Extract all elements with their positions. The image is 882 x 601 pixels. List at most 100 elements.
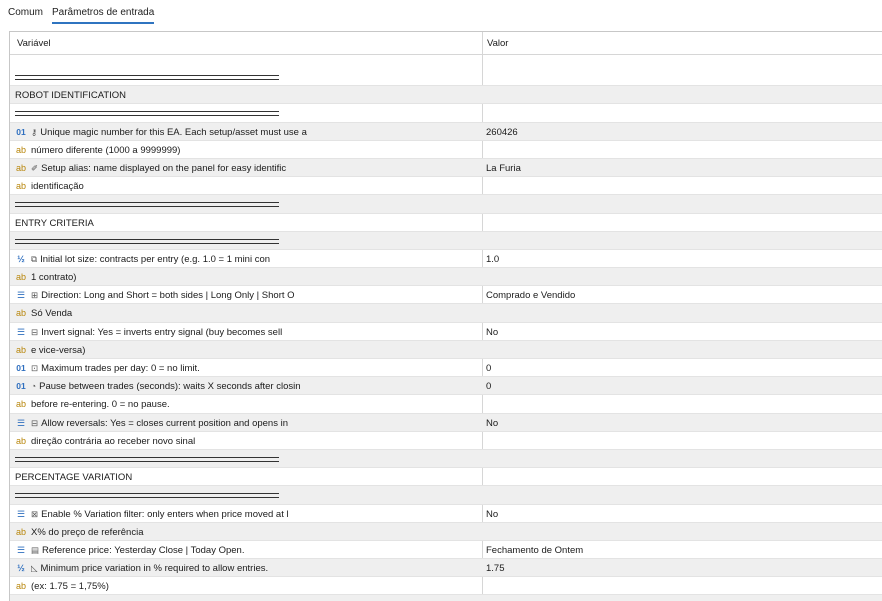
parameter-name: 01 ◔ Pause between trades (seconds): waits… xyxy=(15,381,300,392)
separator-row[interactable] xyxy=(10,68,882,87)
parameter-value[interactable]: 1.0 xyxy=(486,254,499,265)
parameter-row[interactable]: 01 ⊡ Maximum trades per day: 0 = no limit.… xyxy=(10,359,882,378)
parameter-row[interactable]: ☰ ▤ Reference price: Yesterday Close | Tod… xyxy=(10,541,882,560)
parameter-value[interactable]: 0 xyxy=(486,363,491,374)
separator-line xyxy=(15,75,279,80)
parameter-name: ab direção contrária ao receber novo sina… xyxy=(15,436,195,447)
parameter-value[interactable]: No xyxy=(486,418,498,429)
parameter-value[interactable]: 260426 xyxy=(486,127,518,138)
parameter-row[interactable]: 01 ⚷ Unique magic number for this EA. Each… xyxy=(10,122,882,141)
parameter-label: Direction: Long and Short = both sides |… xyxy=(41,290,295,302)
parameter-label: before re-entering. 0 = no pause. xyxy=(31,399,170,411)
parameter-label: e vice-versa) xyxy=(31,344,86,356)
parameter-value[interactable]: No xyxy=(486,509,498,520)
parameter-row[interactable]: ☰ ⊞ Direction: Long and Short = both sides… xyxy=(10,286,882,305)
enum-type-icon: ☰ xyxy=(16,326,26,337)
separator-row[interactable] xyxy=(10,231,882,250)
section-header-row[interactable]: ROBOT IDENTIFICATION xyxy=(10,86,882,105)
parameter-label: Setup alias: name displayed on the panel… xyxy=(41,162,287,174)
parameter-name: ab (ex: 1.75 = 1,75%) xyxy=(15,581,109,592)
parameter-row[interactable]: ab before re-entering. 0 = no pause. xyxy=(10,395,882,414)
integer-type-icon: 01 xyxy=(16,381,26,392)
parameter-value[interactable]: 1.75 xyxy=(486,563,505,574)
integer-type-icon: 01 xyxy=(16,126,26,137)
parameter-name: ½ ◺ Minimum price variation in % required … xyxy=(15,563,268,574)
separator-line xyxy=(15,111,279,117)
section-title: ENTRY CRITERIA xyxy=(15,217,94,229)
parameter-value[interactable]: Fechamento de Ontem xyxy=(486,545,583,556)
parameter-row[interactable]: ab identificação xyxy=(10,177,882,196)
parameter-label: número diferente (1000 a 9999999) xyxy=(31,144,181,156)
parameter-label: Invert signal: Yes = inverts entry signa… xyxy=(41,326,283,338)
parameter-label: Só Venda xyxy=(31,308,73,320)
parameter-row[interactable]: ab (ex: 1.75 = 1,75%) xyxy=(10,577,882,596)
integer-type-icon: 01 xyxy=(16,363,26,373)
section-title: ROBOT IDENTIFICATION xyxy=(15,90,127,102)
column-header-value[interactable]: Valor xyxy=(487,38,508,49)
parameter-label: Reference price: Yesterday Close | Today… xyxy=(42,544,245,556)
parameter-key-icon: ⚷ xyxy=(31,126,38,137)
string-type-icon: ab xyxy=(15,272,26,283)
enum-type-icon: ☰ xyxy=(16,417,26,428)
parameter-row[interactable]: ☰ ⊟ Allow reversals: Yes = closes current … xyxy=(10,413,882,432)
parameter-rev-icon: ⊟ xyxy=(31,417,39,428)
parameter-tag-icon: ✐ xyxy=(31,162,39,173)
double-type-icon: ½ xyxy=(17,563,25,574)
parameter-name: ab Só Venda xyxy=(15,308,72,319)
parameter-label: X% do preço de referência xyxy=(31,526,144,538)
parameter-name: ☰ ⊠ Enable % Variation filter: only enters… xyxy=(15,509,289,520)
separator-row[interactable] xyxy=(10,195,882,214)
parameter-row[interactable]: ½ ⧉ Initial lot size: contracts per entry … xyxy=(10,250,882,269)
parameter-name: ☰ ⊞ Direction: Long and Short = both sides… xyxy=(15,290,295,301)
parameter-name: ab X% do preço de referência xyxy=(15,526,144,538)
string-type-icon: ab xyxy=(15,181,26,192)
tab-input-parameters[interactable]: Parâmetros de entrada xyxy=(52,6,155,24)
column-header-variable[interactable]: Variável xyxy=(17,38,51,49)
string-type-icon: ab xyxy=(15,435,26,446)
separator-line xyxy=(15,202,279,208)
enum-type-icon: ☰ xyxy=(16,508,26,519)
parameter-value[interactable]: 0 xyxy=(486,381,491,392)
parameter-row[interactable]: ☰ ⊟ Invert signal: Yes = inverts entry sig… xyxy=(10,323,882,341)
tab-bar: Comum Parâmetros de entrada xyxy=(0,0,882,26)
parameter-row[interactable]: ab 1 contrato) xyxy=(10,268,882,287)
grid-header: Variável Valor xyxy=(10,32,882,55)
string-type-icon: ab xyxy=(15,344,26,355)
section-header-row[interactable]: ENTRY CRITERIA xyxy=(10,214,882,232)
parameter-row[interactable]: ab número diferente (1000 a 9999999) xyxy=(10,141,882,159)
parameter-name: ab ✐ Setup alias: name displayed on the pa… xyxy=(15,163,286,174)
parameter-box-icon: ⧉ xyxy=(31,253,38,264)
string-type-icon: ab xyxy=(15,162,26,173)
parameter-name: 01 ⚷ Unique magic number for this EA. Each… xyxy=(15,127,307,138)
parameter-name: ab 1 contrato) xyxy=(15,272,76,283)
parameter-label: direção contrária ao receber novo sinal xyxy=(31,435,196,447)
parameter-row[interactable]: 01 ◔ Pause between trades (seconds): waits… xyxy=(10,377,882,396)
separator-row[interactable] xyxy=(10,595,882,601)
parameter-value[interactable]: Comprado e Vendido xyxy=(486,290,575,301)
separator-line xyxy=(15,238,279,244)
separator-row[interactable] xyxy=(10,486,882,505)
section-title: PERCENTAGE VARIATION xyxy=(15,472,133,484)
parameter-value[interactable]: La Furia xyxy=(486,163,521,174)
parameter-max-icon: ⊡ xyxy=(31,363,39,373)
separator-row[interactable] xyxy=(10,104,882,123)
parameter-row[interactable]: ☰ ⊠ Enable % Variation filter: only enters… xyxy=(10,505,882,523)
parameter-value[interactable]: No xyxy=(486,327,498,338)
separator-line xyxy=(15,493,279,499)
parameter-label: Enable % Variation filter: only enters w… xyxy=(41,508,289,520)
parameter-row[interactable]: ab direção contrária ao receber novo sina… xyxy=(10,432,882,450)
separator-line xyxy=(15,456,279,462)
parameter-row[interactable]: ½ ◺ Minimum price variation in % required … xyxy=(10,559,882,578)
parameter-dir-icon: ⊞ xyxy=(31,290,39,301)
parameter-clk-icon: ◔ xyxy=(31,381,37,392)
parameter-row[interactable]: ab X% do preço de referência xyxy=(10,522,882,541)
separator-row[interactable] xyxy=(10,449,882,469)
parameter-name: ab número diferente (1000 a 9999999) xyxy=(15,145,180,156)
parameter-row[interactable]: ab e vice-versa) xyxy=(10,340,882,359)
string-type-icon: ab xyxy=(15,308,26,319)
parameter-row[interactable]: ab Só Venda xyxy=(10,304,882,323)
parameter-row[interactable]: ab ✐ Setup alias: name displayed on the pa… xyxy=(10,158,882,178)
tab-common[interactable]: Comum xyxy=(8,6,43,22)
parameter-label: Allow reversals: Yes = closes current po… xyxy=(41,417,288,429)
section-header-row[interactable]: PERCENTAGE VARIATION xyxy=(10,468,882,487)
